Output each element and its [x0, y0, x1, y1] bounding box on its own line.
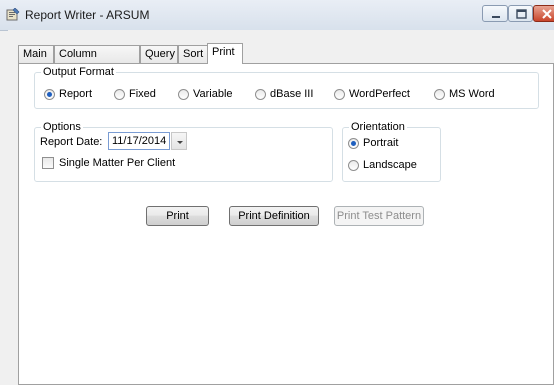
single-matter-box: [42, 157, 54, 169]
radio-msword-label: MS Word: [449, 88, 495, 100]
print-definition-button[interactable]: Print Definition: [229, 206, 319, 226]
tab-print[interactable]: Print: [207, 43, 243, 64]
options-legend: Options: [41, 121, 83, 133]
tab-column-definition[interactable]: Column Definition: [54, 45, 140, 77]
radio-msword[interactable]: MS Word: [434, 88, 495, 100]
radio-wordperfect-dot: [334, 88, 345, 100]
report-date-dropdown[interactable]: [171, 132, 187, 150]
report-date-input[interactable]: 11/17/2014: [108, 132, 170, 150]
single-matter-label: Single Matter Per Client: [59, 157, 176, 169]
maximize-icon: [516, 9, 527, 19]
options-group: Options Report Date: 11/17/2014 Single M…: [34, 121, 333, 182]
content-area: Main Column Definition Query Sort Print …: [8, 30, 554, 385]
radio-fixed[interactable]: Fixed: [114, 88, 156, 100]
radio-portrait[interactable]: Portrait: [348, 137, 398, 149]
close-button[interactable]: [533, 5, 554, 22]
report-writer-app-icon: [6, 7, 20, 21]
minimize-icon: [492, 16, 500, 18]
orientation-legend: Orientation: [349, 121, 407, 133]
radio-fixed-dot: [114, 88, 125, 100]
output-format-group: Output Format Report Fixed Variable dBas…: [34, 66, 539, 109]
radio-dbase[interactable]: dBase III: [255, 88, 313, 100]
radio-report-dot: [44, 88, 55, 100]
radio-landscape-label: Landscape: [363, 159, 417, 171]
radio-variable-label: Variable: [193, 88, 233, 100]
radio-report-label: Report: [59, 88, 93, 100]
maximize-button[interactable]: [508, 5, 533, 22]
radio-wordperfect[interactable]: WordPerfect: [334, 88, 410, 100]
title-bar[interactable]: Report Writer - ARSUM: [0, 0, 554, 31]
report-date-label: Report Date:: [40, 136, 103, 148]
print-test-pattern-button: Print Test Pattern: [334, 206, 424, 226]
radio-dbase-dot: [255, 88, 266, 100]
radio-msword-dot: [434, 88, 445, 100]
radio-landscape-dot: [348, 159, 359, 171]
chevron-down-icon: [177, 141, 183, 144]
radio-wordperfect-label: WordPerfect: [349, 88, 410, 100]
orientation-group: Orientation Portrait Landscape: [342, 121, 441, 182]
radio-dbase-label: dBase III: [270, 88, 314, 100]
print-tab-panel: Output Format Report Fixed Variable dBas…: [18, 63, 554, 385]
radio-report[interactable]: Report: [44, 88, 92, 100]
window-title: Report Writer - ARSUM: [25, 8, 150, 22]
tab-strip: Main Column Definition Query Sort Print: [8, 43, 554, 77]
single-matter-checkbox[interactable]: Single Matter Per Client: [42, 157, 175, 169]
radio-landscape[interactable]: Landscape: [348, 159, 417, 171]
tab-sort[interactable]: Sort: [178, 45, 208, 63]
radio-variable-dot: [178, 88, 189, 100]
report-writer-window: Report Writer - ARSUM Main Column Defini…: [0, 0, 554, 385]
radio-variable[interactable]: Variable: [178, 88, 233, 100]
minimize-button[interactable]: [482, 5, 508, 22]
radio-fixed-label: Fixed: [129, 88, 156, 100]
output-format-legend: Output Format: [41, 66, 116, 78]
close-icon: [542, 9, 552, 19]
radio-portrait-dot: [348, 137, 359, 149]
tab-query[interactable]: Query: [140, 45, 178, 63]
tab-main[interactable]: Main: [18, 45, 54, 63]
radio-portrait-label: Portrait: [363, 137, 399, 149]
print-button[interactable]: Print: [146, 206, 209, 226]
